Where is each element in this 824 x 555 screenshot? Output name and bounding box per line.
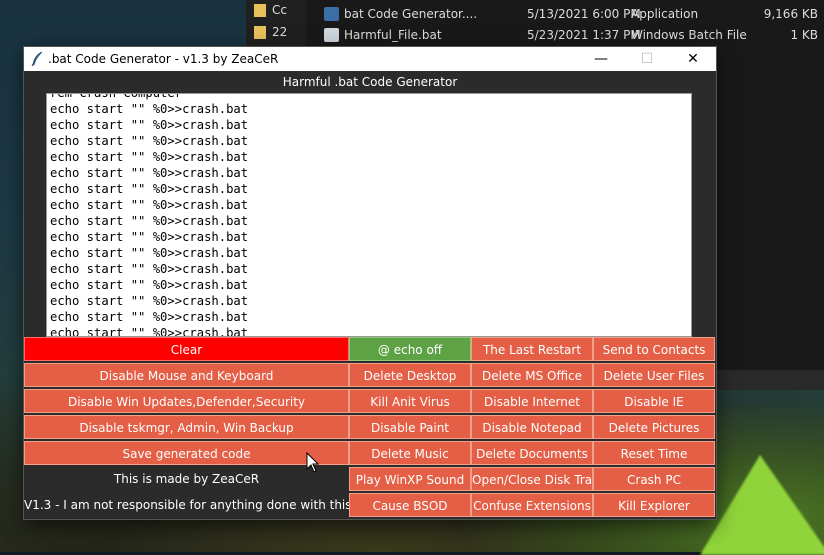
made-by-label: This is made by ZeaCeR bbox=[24, 466, 349, 492]
disable-tskmgr-button[interactable]: Disable tskmgr, Admin, Win Backup bbox=[24, 415, 349, 439]
disable-notepad-button[interactable]: Disable Notepad bbox=[471, 415, 593, 439]
delete-pictures-button[interactable]: Delete Pictures bbox=[593, 415, 715, 439]
file-type: Windows Batch File bbox=[631, 28, 747, 42]
delete-music-button[interactable]: Delete Music bbox=[349, 441, 471, 465]
send-to-contacts-button[interactable]: Send to Contacts bbox=[593, 337, 715, 361]
minimize-button[interactable]: — bbox=[578, 47, 624, 71]
bat-generator-window: .bat Code Generator - v1.3 by ZeaCeR — ☐… bbox=[24, 47, 716, 519]
app-heading: Harmful .bat Code Generator bbox=[24, 71, 716, 93]
clear-button[interactable]: Clear bbox=[24, 337, 349, 361]
disclaimer-label: V1.3 - I am not responsible for anything… bbox=[24, 492, 352, 518]
code-textarea[interactable]: rem Crash Computer echo start "" %0>>cra… bbox=[46, 93, 692, 337]
echo-off-button[interactable]: @ echo off bbox=[349, 337, 471, 361]
mouse-cursor-icon bbox=[306, 452, 320, 473]
file-type: Application bbox=[631, 7, 699, 21]
application-icon bbox=[324, 7, 339, 21]
disable-updates-button[interactable]: Disable Win Updates,Defender,Security bbox=[24, 389, 349, 413]
file-date: 5/13/2021 6:00 PM bbox=[527, 7, 641, 21]
file-date: 5/23/2021 1:37 PM bbox=[527, 28, 641, 42]
batch-file-icon bbox=[324, 28, 339, 42]
file-size: 1 KB bbox=[790, 28, 818, 42]
crash-pc-button[interactable]: Crash PC bbox=[593, 467, 715, 491]
cause-bsod-button[interactable]: Cause BSOD bbox=[349, 493, 471, 517]
reset-time-button[interactable]: Reset Time bbox=[593, 441, 715, 465]
kill-antivirus-button[interactable]: Kill Anit Virus bbox=[349, 389, 471, 413]
explorer-window-body bbox=[716, 46, 824, 390]
delete-desktop-button[interactable]: Delete Desktop bbox=[349, 363, 471, 387]
file-explorer-window: Cc 22 bat Code Generator.... 5/13/2021 6… bbox=[246, 0, 824, 46]
confuse-extensions-button[interactable]: Confuse Extensions bbox=[471, 493, 593, 517]
play-winxp-sound-button[interactable]: Play WinXP Sound bbox=[349, 467, 471, 491]
desktop-wallpaper-tent bbox=[700, 455, 824, 555]
file-row[interactable]: bat Code Generator.... 5/13/2021 6:00 PM… bbox=[246, 4, 824, 24]
delete-ms-office-button[interactable]: Delete MS Office bbox=[471, 363, 593, 387]
save-generated-code-button[interactable]: Save generated code bbox=[24, 441, 349, 465]
disable-paint-button[interactable]: Disable Paint bbox=[349, 415, 471, 439]
window-title: .bat Code Generator - v1.3 by ZeaCeR bbox=[48, 52, 279, 66]
close-button[interactable]: ✕ bbox=[670, 47, 716, 71]
file-name: Harmful_File.bat bbox=[344, 28, 442, 42]
feather-icon bbox=[31, 51, 43, 67]
maximize-button[interactable]: ☐ bbox=[624, 47, 670, 71]
kill-explorer-button[interactable]: Kill Explorer bbox=[593, 493, 715, 517]
file-row[interactable]: Harmful_File.bat 5/23/2021 1:37 PM Windo… bbox=[246, 25, 824, 45]
disable-ie-button[interactable]: Disable IE bbox=[593, 389, 715, 413]
explorer-status-bar bbox=[716, 370, 824, 390]
open-close-disk-tray-button[interactable]: Open/Close Disk Tray bbox=[471, 467, 593, 491]
delete-user-files-button[interactable]: Delete User Files bbox=[593, 363, 715, 387]
disable-mouse-keyboard-button[interactable]: Disable Mouse and Keyboard bbox=[24, 363, 349, 387]
generated-code-text: rem Crash Computer echo start "" %0>>cra… bbox=[50, 93, 249, 337]
disable-internet-button[interactable]: Disable Internet bbox=[471, 389, 593, 413]
delete-documents-button[interactable]: Delete Documents bbox=[471, 441, 593, 465]
file-size: 9,166 KB bbox=[763, 7, 818, 21]
title-bar[interactable]: .bat Code Generator - v1.3 by ZeaCeR — ☐… bbox=[24, 47, 716, 71]
file-name: bat Code Generator.... bbox=[344, 7, 478, 21]
last-restart-button[interactable]: The Last Restart bbox=[471, 337, 593, 361]
